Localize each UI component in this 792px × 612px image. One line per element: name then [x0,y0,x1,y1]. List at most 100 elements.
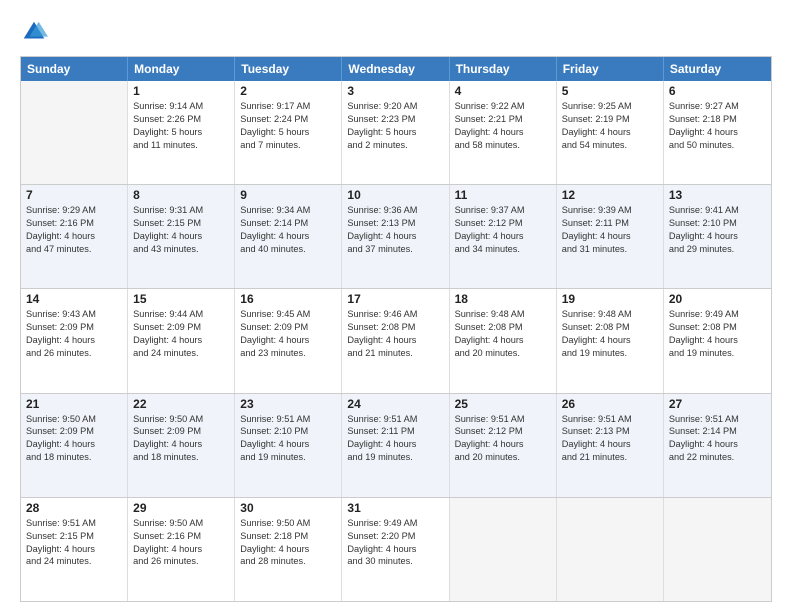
cell-line: Sunset: 2:21 PM [455,113,551,126]
cell-line: Sunrise: 9:41 AM [669,204,766,217]
day-number: 18 [455,292,551,306]
day-number: 13 [669,188,766,202]
cell-line: and 24 minutes. [133,347,229,360]
calendar-cell-4-2: 22Sunrise: 9:50 AMSunset: 2:09 PMDayligh… [128,394,235,497]
calendar-cell-5-7 [664,498,771,601]
calendar-cell-3-1: 14Sunrise: 9:43 AMSunset: 2:09 PMDayligh… [21,289,128,392]
day-number: 29 [133,501,229,515]
cell-line: Sunset: 2:09 PM [133,425,229,438]
calendar-cell-5-5 [450,498,557,601]
cell-line: Sunset: 2:12 PM [455,425,551,438]
calendar-cell-2-4: 10Sunrise: 9:36 AMSunset: 2:13 PMDayligh… [342,185,449,288]
page: SundayMondayTuesdayWednesdayThursdayFrid… [0,0,792,612]
day-number: 21 [26,397,122,411]
cell-line: and 7 minutes. [240,139,336,152]
cell-line: Sunset: 2:14 PM [669,425,766,438]
day-number: 6 [669,84,766,98]
calendar-cell-3-6: 19 Sunrise: 9:48 AMSunset: 2:08 PMDayligh… [557,289,664,392]
cell-line: Sunset: 2:09 PM [26,425,122,438]
header-day-friday: Friday [557,57,664,81]
calendar-cell-5-4: 31Sunrise: 9:49 AMSunset: 2:20 PMDayligh… [342,498,449,601]
cell-line: Daylight: 4 hours [133,543,229,556]
cell-line: Sunrise: 9:46 AM [347,308,443,321]
header-day-sunday: Sunday [21,57,128,81]
cell-line: and 58 minutes. [455,139,551,152]
calendar-cell-4-3: 23Sunrise: 9:51 AMSunset: 2:10 PMDayligh… [235,394,342,497]
cell-line: Sunset: 2:24 PM [240,113,336,126]
cell-line: Daylight: 4 hours [347,334,443,347]
cell-line: and 18 minutes. [133,451,229,464]
cell-line: Sunset: 2:08 PM [562,321,658,334]
day-number: 16 [240,292,336,306]
day-number: 19 [562,292,658,306]
day-number: 30 [240,501,336,515]
cell-line: Sunset: 2:12 PM [455,217,551,230]
day-number: 5 [562,84,658,98]
cell-line: Sunset: 2:09 PM [26,321,122,334]
calendar-cell-3-2: 15Sunrise: 9:44 AMSunset: 2:09 PMDayligh… [128,289,235,392]
cell-line: Sunset: 2:08 PM [669,321,766,334]
cell-line: and 22 minutes. [669,451,766,464]
cell-line: Sunset: 2:16 PM [133,530,229,543]
calendar-row-3: 14Sunrise: 9:43 AMSunset: 2:09 PMDayligh… [21,288,771,392]
day-number: 14 [26,292,122,306]
cell-line: Sunset: 2:10 PM [240,425,336,438]
cell-line: Daylight: 4 hours [562,230,658,243]
cell-line: Sunset: 2:16 PM [26,217,122,230]
cell-line: Sunrise: 9:48 AM [562,308,658,321]
header-day-tuesday: Tuesday [235,57,342,81]
cell-line: Daylight: 4 hours [562,334,658,347]
cell-line: Sunrise: 9:34 AM [240,204,336,217]
cell-line: Sunrise: 9:50 AM [240,517,336,530]
calendar-cell-3-3: 16Sunrise: 9:45 AMSunset: 2:09 PMDayligh… [235,289,342,392]
cell-line: Sunrise: 9:43 AM [26,308,122,321]
cell-line: Sunrise: 9:51 AM [562,413,658,426]
day-number: 28 [26,501,122,515]
cell-line: Daylight: 4 hours [669,230,766,243]
cell-line: Sunrise: 9:49 AM [347,517,443,530]
cell-line: Sunset: 2:18 PM [669,113,766,126]
calendar-cell-3-7: 20Sunrise: 9:49 AMSunset: 2:08 PMDayligh… [664,289,771,392]
cell-line: Daylight: 4 hours [26,543,122,556]
cell-line: Sunset: 2:15 PM [133,217,229,230]
header [20,18,772,46]
cell-line: Sunset: 2:18 PM [240,530,336,543]
cell-line: Sunrise: 9:45 AM [240,308,336,321]
cell-line: and 29 minutes. [669,243,766,256]
logo [20,18,52,46]
cell-line: and 2 minutes. [347,139,443,152]
cell-line: Sunrise: 9:37 AM [455,204,551,217]
calendar-cell-3-4: 17Sunrise: 9:46 AMSunset: 2:08 PMDayligh… [342,289,449,392]
header-day-monday: Monday [128,57,235,81]
cell-line: Sunrise: 9:50 AM [26,413,122,426]
cell-line: and 28 minutes. [240,555,336,568]
cell-line: Daylight: 4 hours [347,543,443,556]
cell-line: Daylight: 4 hours [347,230,443,243]
cell-line: Sunset: 2:20 PM [347,530,443,543]
calendar-row-4: 21Sunrise: 9:50 AMSunset: 2:09 PMDayligh… [21,393,771,497]
calendar-header: SundayMondayTuesdayWednesdayThursdayFrid… [21,57,771,81]
calendar-cell-5-3: 30Sunrise: 9:50 AMSunset: 2:18 PMDayligh… [235,498,342,601]
cell-line: Sunset: 2:09 PM [133,321,229,334]
cell-line: Daylight: 5 hours [133,126,229,139]
day-number: 3 [347,84,443,98]
cell-line: Sunset: 2:14 PM [240,217,336,230]
cell-line: Daylight: 4 hours [455,230,551,243]
day-number: 22 [133,397,229,411]
cell-line: Daylight: 4 hours [240,230,336,243]
day-number: 7 [26,188,122,202]
cell-line: Sunset: 2:19 PM [562,113,658,126]
calendar-cell-4-4: 24Sunrise: 9:51 AMSunset: 2:11 PMDayligh… [342,394,449,497]
cell-line: Sunrise: 9:25 AM [562,100,658,113]
calendar-cell-2-2: 8Sunrise: 9:31 AMSunset: 2:15 PMDaylight… [128,185,235,288]
cell-line: Sunrise: 9:51 AM [26,517,122,530]
calendar-cell-1-4: 3Sunrise: 9:20 AMSunset: 2:23 PMDaylight… [342,81,449,184]
calendar-cell-2-1: 7Sunrise: 9:29 AMSunset: 2:16 PMDaylight… [21,185,128,288]
calendar-row-5: 28Sunrise: 9:51 AMSunset: 2:15 PMDayligh… [21,497,771,601]
calendar-cell-2-3: 9Sunrise: 9:34 AMSunset: 2:14 PMDaylight… [235,185,342,288]
cell-line: Sunset: 2:15 PM [26,530,122,543]
cell-line: and 47 minutes. [26,243,122,256]
cell-line: Sunrise: 9:22 AM [455,100,551,113]
cell-line: Daylight: 5 hours [240,126,336,139]
cell-line: Daylight: 4 hours [562,126,658,139]
